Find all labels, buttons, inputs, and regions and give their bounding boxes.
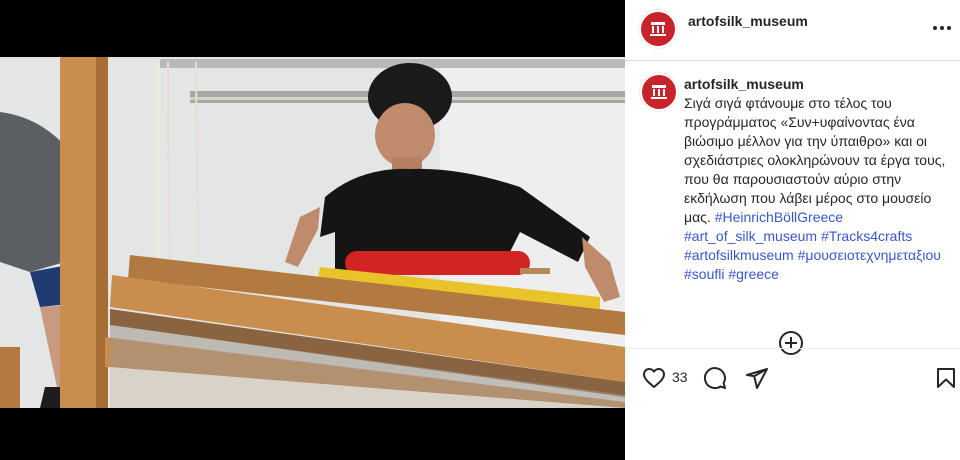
caption-line: προγράμματος «Συν+υφαίνοντας ένα (684, 114, 915, 130)
comment-button[interactable] (702, 365, 728, 391)
video-frame (0, 57, 625, 408)
comment-icon (704, 367, 726, 390)
caption-avatar[interactable] (642, 75, 676, 109)
avatar[interactable] (641, 12, 675, 46)
caption-line: βιώσιμο μέλλον για την ύπαιθρο» και (684, 133, 913, 149)
send-icon (746, 368, 768, 389)
like-button[interactable] (641, 365, 667, 391)
hashtag-link[interactable]: #HeinrichBöllGreece (715, 209, 843, 225)
hashtag-link[interactable]: #artofsilkmuseum (684, 247, 794, 263)
museum-logo-icon (651, 85, 667, 99)
bookmark-icon (937, 368, 955, 388)
hashtag-link[interactable]: #art_of_silk_museum (684, 228, 817, 244)
hashtag-link[interactable]: #greece (728, 266, 779, 282)
post-side-panel: artofsilk_museum artofsilk_museum Σιγά σ… (625, 0, 960, 460)
more-horizontal-icon (933, 26, 951, 30)
hashtag-link[interactable]: #μουσειοτεχνημεταξιου (798, 247, 941, 263)
caption-username[interactable]: artofsilk_museum (684, 75, 946, 94)
video-player[interactable] (0, 57, 625, 408)
post-username[interactable]: artofsilk_museum (688, 13, 808, 29)
hashtag-link[interactable]: #Tracks4crafts (821, 228, 912, 244)
comments-section: artofsilk_museum Σιγά σιγά φτάνουμε στο … (625, 61, 960, 347)
museum-logo-icon (650, 22, 666, 36)
post-media[interactable] (0, 0, 625, 460)
post-caption: artofsilk_museum Σιγά σιγά φτάνουμε στο … (684, 75, 946, 284)
share-button[interactable] (744, 365, 770, 391)
like-count: 33 (672, 369, 688, 385)
post-actions-bar: 33 (625, 348, 960, 405)
more-options-button[interactable] (930, 16, 954, 40)
heart-icon (643, 368, 665, 388)
post-header: artofsilk_museum (625, 0, 960, 61)
save-button[interactable] (933, 365, 959, 391)
caption-line: Σιγά σιγά φτάνουμε στο τέλος του (684, 95, 892, 111)
hashtag-link[interactable]: #soufli (684, 266, 724, 282)
